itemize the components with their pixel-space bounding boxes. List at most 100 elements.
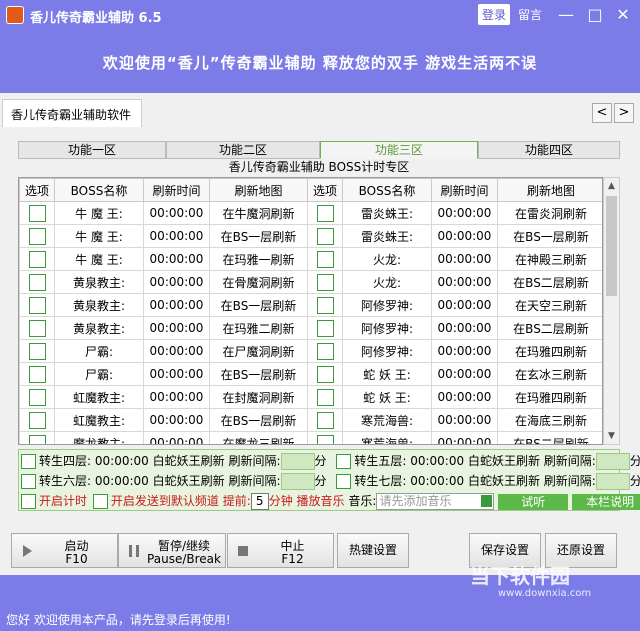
checkbox[interactable] — [21, 454, 36, 469]
refresh-time-cell: 00:00:00 — [143, 270, 210, 294]
table-row[interactable]: 魔龙教主: 00:00:00 在魔龙三刷新 寒荒海兽: 00:00:00 在BS二层刷新 — [19, 431, 602, 444]
checkbox[interactable] — [28, 411, 46, 429]
scroll-down-icon[interactable]: ▼ — [603, 428, 620, 444]
table-row[interactable]: 牛 魔 王: 00:00:00 在BS一层刷新 雷炎蛛王: 00:00:00 在BS一层刷… — [19, 224, 602, 248]
checkbox[interactable] — [28, 250, 46, 268]
watermark-text: 当下软件园 — [470, 564, 570, 588]
checkbox[interactable] — [316, 365, 334, 383]
close-button[interactable]: ✕ — [612, 4, 634, 26]
scrollbar-thumb[interactable] — [606, 196, 617, 296]
boss-name-cell: 阿修罗神: — [342, 339, 432, 363]
checkbox[interactable] — [316, 411, 334, 429]
interval-input[interactable] — [280, 473, 315, 490]
refresh-time-cell: 00:00:00 — [431, 247, 498, 271]
checkbox[interactable] — [28, 434, 46, 444]
checkbox[interactable] — [316, 296, 334, 314]
checkbox[interactable] — [28, 227, 46, 245]
browse-music-icon[interactable] — [481, 495, 493, 507]
column-header[interactable]: 刷新地图 — [497, 178, 602, 202]
checkbox[interactable] — [316, 434, 334, 444]
table-row[interactable]: 尸霸: 00:00:00 在尸魔洞刷新 阿修罗神: 00:00:00 在玛雅四刷新 — [19, 339, 602, 363]
scroll-up-icon[interactable]: ▲ — [603, 178, 620, 194]
checkbox[interactable] — [28, 273, 46, 291]
music-placeholder: 请先添加音乐 — [379, 494, 452, 508]
refresh-map-cell: 在BS一层刷新 — [497, 224, 602, 248]
send-default-checkbox[interactable] — [92, 494, 108, 509]
checkbox[interactable] — [28, 365, 46, 383]
app-logo-icon — [6, 6, 24, 24]
table-row[interactable]: 黄泉教主: 00:00:00 在玛雅二刷新 阿修罗神: 00:00:00 在BS二层刷新 — [19, 316, 602, 340]
advance-minutes-input[interactable]: 5 — [250, 493, 269, 510]
checkbox[interactable] — [316, 250, 334, 268]
table-row[interactable]: 虹魔教主: 00:00:00 在封魔洞刷新蛇 妖 王: 00:00:00 在玛雅四刷新 — [19, 385, 602, 409]
column-header[interactable]: BOSS名称 — [54, 178, 144, 202]
floor-label: 转生四层: — [39, 454, 92, 468]
checkbox[interactable] — [316, 388, 334, 406]
boss-name-cell: 魔龙教主: — [54, 431, 144, 444]
table-row[interactable]: 黄泉教主: 00:00:00 在骨魔洞刷新 火龙: 00:00:00 在BS二层刷新 — [19, 270, 602, 294]
refresh-time-cell: 00:00:00 — [431, 408, 498, 432]
table-row[interactable]: 尸霸: 00:00:00 在BS一层刷新蛇 妖 王: 00:00:00 在玄冰三刷新 — [19, 362, 602, 386]
message-link[interactable]: 留言 — [518, 6, 542, 23]
tab-function-1[interactable]: 功能一区 — [18, 141, 166, 159]
checkbox[interactable] — [336, 454, 352, 469]
column-header[interactable]: 选项 — [307, 178, 343, 202]
boss-name-cell: 黄泉教主: — [54, 270, 144, 294]
music-input[interactable]: 请先添加音乐 — [376, 493, 495, 510]
table-row[interactable]: 牛 魔 王: 00:00:00 在牛魔洞刷新 雷炎蛛王: 00:00:00 在雷炎洞刷新 — [19, 201, 602, 225]
page-tab[interactable]: 香儿传奇霸业辅助软件 — [2, 99, 142, 127]
column-header[interactable]: 刷新地图 — [209, 178, 308, 202]
refresh-time-cell: 00:00:00 — [143, 339, 210, 363]
checkbox[interactable] — [28, 296, 46, 314]
checkbox[interactable] — [21, 474, 36, 489]
help-button[interactable]: 本栏说明 — [572, 493, 640, 510]
listen-button[interactable]: 试听 — [498, 493, 569, 510]
refresh-map-cell: 在BS一层刷新 — [209, 362, 308, 386]
checkbox[interactable] — [316, 227, 334, 245]
refresh-map-cell: 在玛雅一刷新 — [209, 247, 308, 271]
pause-button[interactable]: 暂停/继续 Pause/Break — [118, 533, 226, 568]
stop-button[interactable]: 中止 F12 — [227, 533, 334, 568]
checkbox[interactable] — [316, 273, 334, 291]
checkbox[interactable] — [28, 342, 46, 360]
column-header[interactable]: BOSS名称 — [342, 178, 432, 202]
column-header[interactable]: 刷新时间 — [143, 178, 210, 202]
checkbox[interactable] — [316, 342, 334, 360]
maximize-button[interactable]: □ — [584, 4, 606, 26]
boss-name-cell: 黄泉教主: — [54, 293, 144, 317]
checkbox[interactable] — [336, 474, 352, 489]
column-header[interactable]: 选项 — [19, 178, 55, 202]
hotkey-settings-button[interactable]: 热键设置 — [337, 533, 409, 568]
select-checkbox-left — [19, 408, 55, 432]
interval-input[interactable] — [595, 473, 630, 490]
refresh-map-cell: 在天空三刷新 — [497, 293, 602, 317]
checkbox[interactable] — [28, 204, 46, 222]
tab-function-3[interactable]: 功能三区 — [320, 141, 478, 159]
table-row[interactable]: 黄泉教主: 00:00:00 在BS一层刷新 阿修罗神: 00:00:00 在天空三刷新 — [19, 293, 602, 317]
tab-prev-button[interactable]: < — [592, 103, 612, 123]
checkbox[interactable] — [28, 388, 46, 406]
start-button[interactable]: 启动 F10 — [11, 533, 118, 568]
stop-hotkey: F12 — [281, 552, 304, 566]
minimize-button[interactable]: — — [555, 4, 577, 26]
select-checkbox-right — [307, 247, 343, 271]
refresh-time-cell: 00:00:00 — [143, 247, 210, 271]
checkbox[interactable] — [316, 319, 334, 337]
interval-input[interactable] — [280, 453, 315, 470]
checkbox[interactable] — [316, 204, 334, 222]
minutes-unit: 分 — [629, 454, 640, 468]
column-header[interactable]: 刷新时间 — [431, 178, 498, 202]
checkbox[interactable] — [28, 319, 46, 337]
table-row[interactable]: 牛 魔 王: 00:00:00 在玛雅一刷新 火龙: 00:00:00 在神殿三刷新 — [19, 247, 602, 271]
minutes-unit: 分 — [629, 474, 640, 488]
refresh-time-cell: 00:00:00 — [431, 385, 498, 409]
start-timer-checkbox[interactable] — [21, 494, 36, 509]
refresh-map-cell: 在魔龙三刷新 — [209, 431, 308, 444]
tab-next-button[interactable]: > — [614, 103, 634, 123]
table-row[interactable]: 虹魔教主: 00:00:00 在BS一层刷新 寒荒海兽: 00:00:00 在海底三刷新 — [19, 408, 602, 432]
tab-function-4[interactable]: 功能四区 — [478, 141, 620, 159]
boss-name: 白蛇妖王刷新 — [152, 454, 225, 468]
tab-function-2[interactable]: 功能二区 — [166, 141, 320, 159]
login-link[interactable]: 登录 — [478, 4, 511, 25]
interval-input[interactable] — [595, 453, 630, 470]
